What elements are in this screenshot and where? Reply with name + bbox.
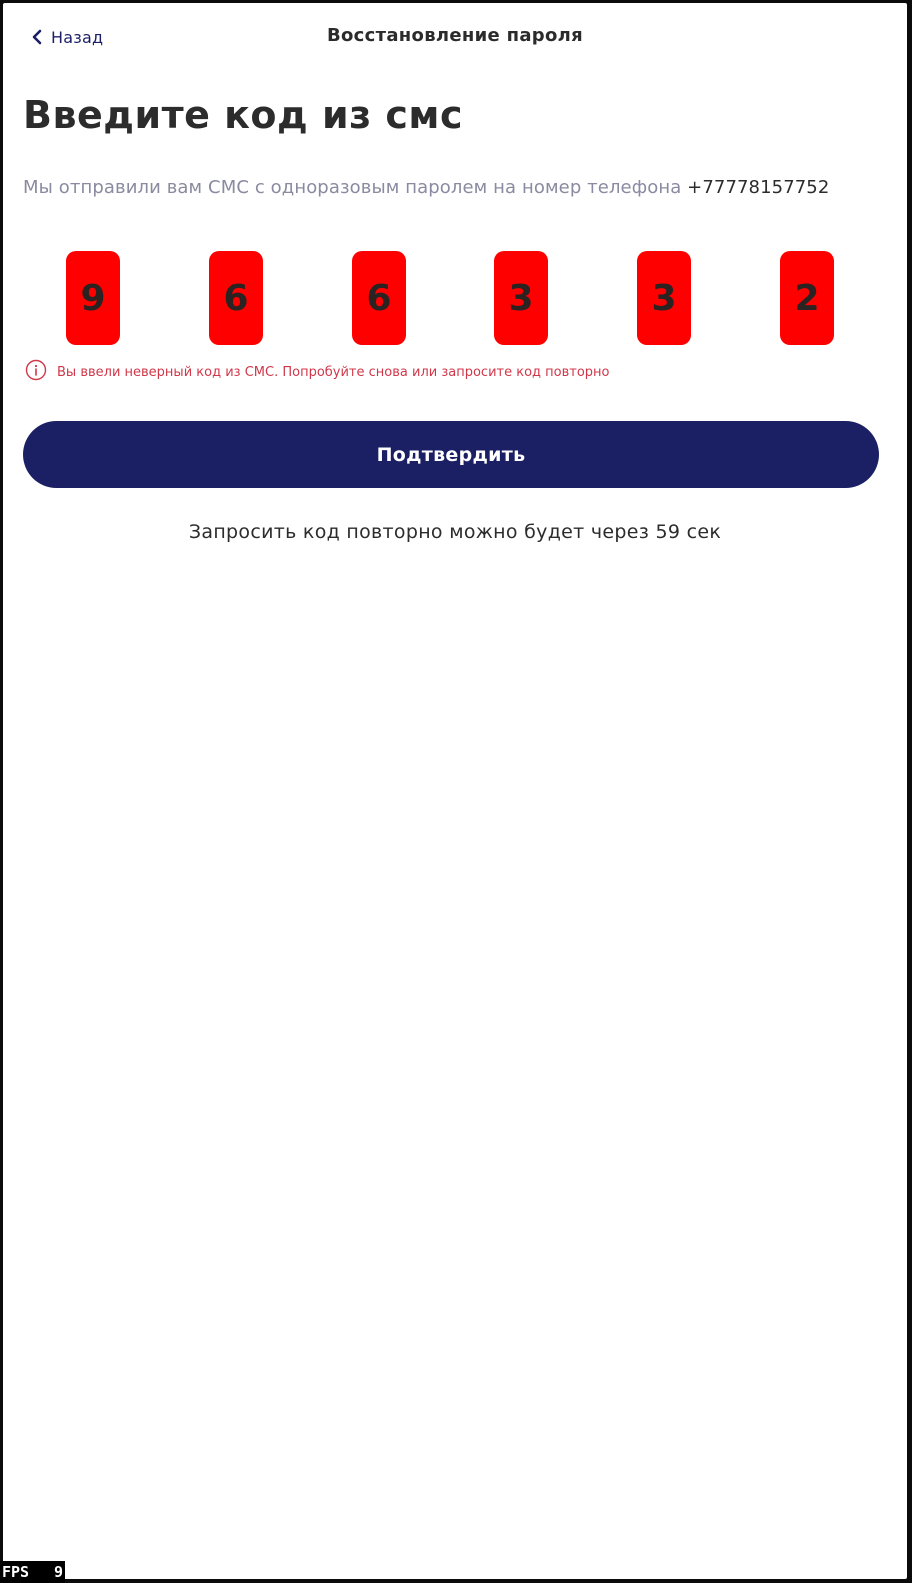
code-input-row: 9 6 6 3 3 2	[3, 251, 907, 347]
confirm-button[interactable]: Подтвердить	[23, 421, 879, 488]
code-digit-input[interactable]: 9	[66, 251, 120, 345]
info-circle-icon	[25, 359, 47, 385]
fps-label: FPS	[2, 1563, 30, 1581]
nav-title: Восстановление пароля	[327, 25, 583, 46]
code-digit-input[interactable]: 3	[637, 251, 691, 345]
page-title: Введите код из смс	[23, 93, 463, 137]
error-text: Вы ввели неверный код из СМС. Попробуйте…	[57, 364, 610, 380]
code-digit-input[interactable]: 6	[209, 251, 263, 345]
code-digit-input[interactable]: 2	[780, 251, 834, 345]
error-message: Вы ввели неверный код из СМС. Попробуйте…	[25, 359, 610, 385]
phone-number: +77778157752	[687, 177, 830, 198]
code-digit-input[interactable]: 6	[352, 251, 406, 345]
fps-value: 9	[53, 1563, 63, 1581]
resend-timer-text: Запросить код повторно можно будет через…	[188, 521, 722, 543]
sms-info-text: Мы отправили вам СМС с одноразовым парол…	[23, 177, 829, 198]
back-label: Назад	[51, 27, 104, 47]
sms-info-label: Мы отправили вам СМС с одноразовым парол…	[23, 177, 682, 198]
chevron-left-icon	[32, 29, 42, 45]
password-recovery-screen: Назад Восстановление пароля Введите код …	[3, 3, 907, 1579]
back-button[interactable]: Назад	[32, 25, 103, 49]
fps-counter: FPS 9	[0, 1561, 65, 1583]
code-digit-input[interactable]: 3	[494, 251, 548, 345]
